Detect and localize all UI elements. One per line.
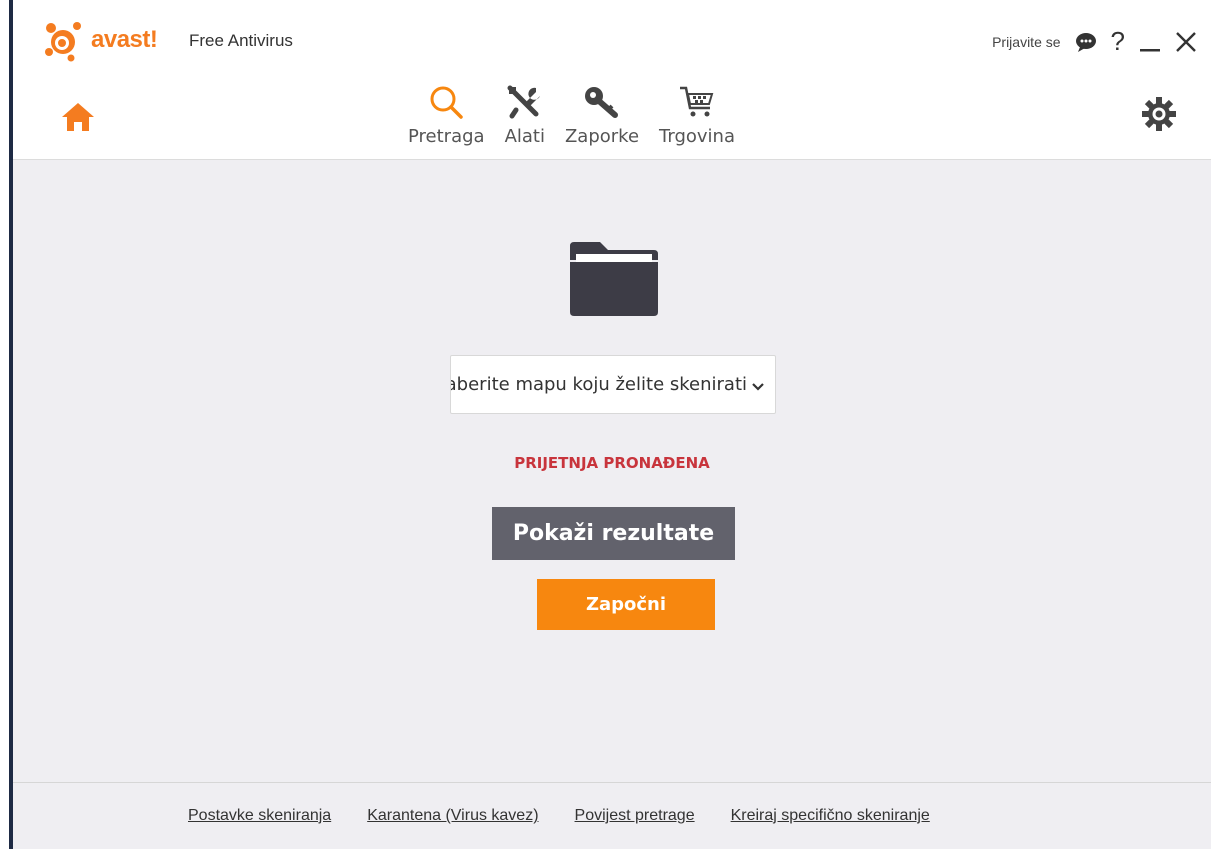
avast-logo-icon [45, 22, 81, 62]
nav-item-alati[interactable]: Alati [495, 82, 555, 147]
logo-text: avast! [91, 26, 158, 53]
nav-label: Pretraga [408, 126, 485, 147]
nav-item-trgovina[interactable]: Trgovina [649, 82, 745, 147]
folder-select-dropdown[interactable]: Odaberite mapu koju želite skenirati [450, 355, 776, 414]
start-scan-button[interactable]: Započni [537, 579, 715, 630]
signin-link[interactable]: Prijavite se [992, 34, 1060, 50]
footer-link-scan-history[interactable]: Povijest pretrage [575, 807, 695, 825]
search-icon [428, 82, 464, 122]
threat-status: PRIJETNJA PRONAĐENA [514, 454, 710, 472]
nav-label: Trgovina [659, 126, 735, 147]
tools-icon [506, 82, 544, 122]
key-icon [582, 82, 622, 122]
footer: Postavke skeniranja Karantena (Virus kav… [13, 782, 1211, 849]
help-icon[interactable]: ? [1111, 26, 1125, 57]
window-controls: Prijavite se ? [992, 26, 1197, 57]
footer-link-quarantine[interactable]: Karantena (Virus kavez) [367, 807, 538, 825]
window-left-edge [0, 0, 13, 849]
footer-link-custom-scan[interactable]: Kreiraj specifično skeniranje [731, 807, 930, 825]
home-icon[interactable] [61, 102, 95, 136]
folder-select-value: Odaberite mapu koju želite skenirati [451, 374, 747, 395]
footer-links: Postavke skeniranja Karantena (Virus kav… [188, 807, 930, 825]
footer-link-scan-settings[interactable]: Postavke skeniranja [188, 807, 331, 825]
gear-icon[interactable] [1141, 96, 1177, 136]
nav-label: Zaporke [564, 126, 640, 147]
product-name: Free Antivirus [189, 31, 293, 50]
folder-icon [568, 240, 660, 322]
main-nav: Pretraga Alati Zaporke Trgovina [398, 82, 745, 147]
chat-icon[interactable] [1075, 32, 1097, 52]
header: avast! Free Antivirus Prijavite se ? Pre… [13, 0, 1211, 160]
nav-item-pretraga[interactable]: Pretraga [398, 82, 495, 147]
minimize-icon[interactable] [1139, 31, 1161, 53]
cart-icon [678, 82, 716, 122]
chevron-down-icon [751, 378, 765, 397]
show-results-button[interactable]: Pokaži rezultate [492, 507, 735, 560]
close-icon[interactable] [1175, 31, 1197, 53]
nav-item-zaporke[interactable]: Zaporke [555, 82, 649, 147]
nav-label: Alati [504, 126, 545, 147]
avast-window: avast! Free Antivirus Prijavite se ? Pre… [13, 0, 1211, 849]
avast-logo: avast! [43, 18, 158, 62]
